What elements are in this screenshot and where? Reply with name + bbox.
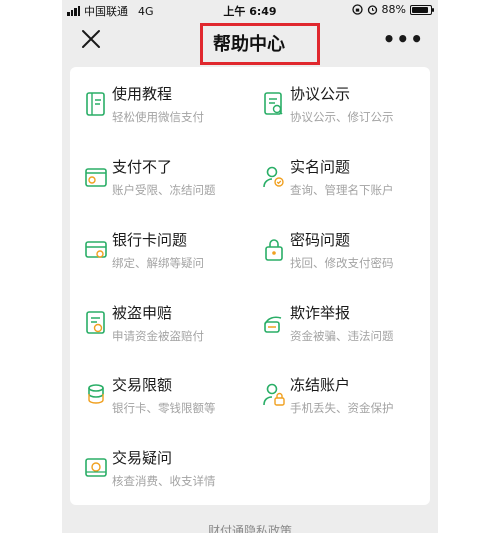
help-item-title: 交易疑问 <box>112 449 173 467</box>
user-check-icon <box>263 166 284 188</box>
help-item[interactable]: 欺诈举报资金被骗、违法问题 <box>248 286 418 346</box>
lock-icon <box>265 239 283 261</box>
help-item-title: 交易限额 <box>112 376 173 394</box>
help-item-title: 欺诈举报 <box>290 304 351 322</box>
help-item-title: 支付不了 <box>112 158 173 176</box>
report-icon <box>264 316 282 333</box>
help-item-title: 使用教程 <box>112 85 173 103</box>
help-item-subtitle: 找回、修改支付密码 <box>290 256 394 270</box>
orientation-lock-icon <box>351 4 363 15</box>
help-item-subtitle: 核查消费、收支详情 <box>112 474 216 488</box>
help-item[interactable]: 密码问题找回、修改支付密码 <box>248 213 418 273</box>
help-item[interactable]: 协议公示协议公示、修订公示 <box>248 67 418 127</box>
help-item-title: 密码问题 <box>290 231 351 249</box>
close-icon[interactable] <box>80 28 102 50</box>
help-item[interactable]: 被盗申赔申请资金被盗赔付 <box>70 286 240 346</box>
help-item-subtitle: 协议公示、修订公示 <box>290 110 394 124</box>
help-item-subtitle: 手机丢失、资金保护 <box>290 401 394 415</box>
coins-icon <box>88 384 104 404</box>
help-item-title: 协议公示 <box>290 85 351 103</box>
help-item[interactable]: 支付不了账户受限、冻结问题 <box>70 140 240 200</box>
transaction-icon <box>85 458 107 477</box>
help-item-title: 银行卡问题 <box>112 231 188 249</box>
help-item[interactable]: 实名问题查询、管理名下账户 <box>248 140 418 200</box>
document-search-icon <box>264 92 283 115</box>
help-item-subtitle: 资金被骗、违法问题 <box>290 329 394 343</box>
help-item[interactable]: 交易限额银行卡、零钱限额等 <box>70 358 240 418</box>
book-icon <box>86 92 105 116</box>
help-item[interactable]: 交易疑问核查消费、收支详情 <box>70 431 240 491</box>
more-icon[interactable]: ••• <box>383 29 424 49</box>
help-item-subtitle: 绑定、解绑等疑问 <box>112 256 204 270</box>
help-card: 使用教程 轻松使用微信支付 协议公示 协议公示、修订公示 支付不了 账户受限、冻结问题 实名… <box>70 67 430 505</box>
help-item-subtitle: 银行卡、零钱限额等 <box>112 401 216 415</box>
battery-fill <box>412 6 428 13</box>
nav-bar: 帮助中心 ••• <box>62 20 438 65</box>
help-item[interactable]: 冻结账户手机丢失、资金保护 <box>248 358 418 418</box>
lock-account-icon <box>263 383 285 406</box>
help-item-title: 冻结账户 <box>290 376 351 394</box>
claim-document-icon <box>86 311 105 334</box>
status-bar: 中国联通 4G 上午 6:49 88% <box>62 0 438 20</box>
phone-screen: 中国联通 4G 上午 6:49 88% 帮助中心 ••• 使用教程轻松使用微信 <box>62 0 438 533</box>
help-item-subtitle: 查询、管理名下账户 <box>290 183 394 197</box>
wallet-icon <box>85 168 107 187</box>
help-item-subtitle: 轻松使用微信支付 <box>112 110 204 124</box>
help-item[interactable]: 使用教程轻松使用微信支付 <box>70 67 240 127</box>
page-title: 帮助中心 <box>200 23 320 65</box>
alarm-icon <box>367 5 377 15</box>
battery-icon <box>410 4 434 15</box>
battery-percent: 88% <box>381 3 406 16</box>
help-item[interactable]: 银行卡问题绑定、解绑等疑问 <box>70 213 240 273</box>
help-item-title: 被盗申赔 <box>112 304 173 322</box>
privacy-policy-link[interactable]: 财付通隐私政策 <box>62 522 438 533</box>
status-right: 88% <box>351 3 434 16</box>
bank-card-icon <box>85 241 107 258</box>
help-item-subtitle: 账户受限、冻结问题 <box>112 183 216 197</box>
help-item-subtitle: 申请资金被盗赔付 <box>112 329 204 343</box>
help-item-title: 实名问题 <box>290 158 351 176</box>
